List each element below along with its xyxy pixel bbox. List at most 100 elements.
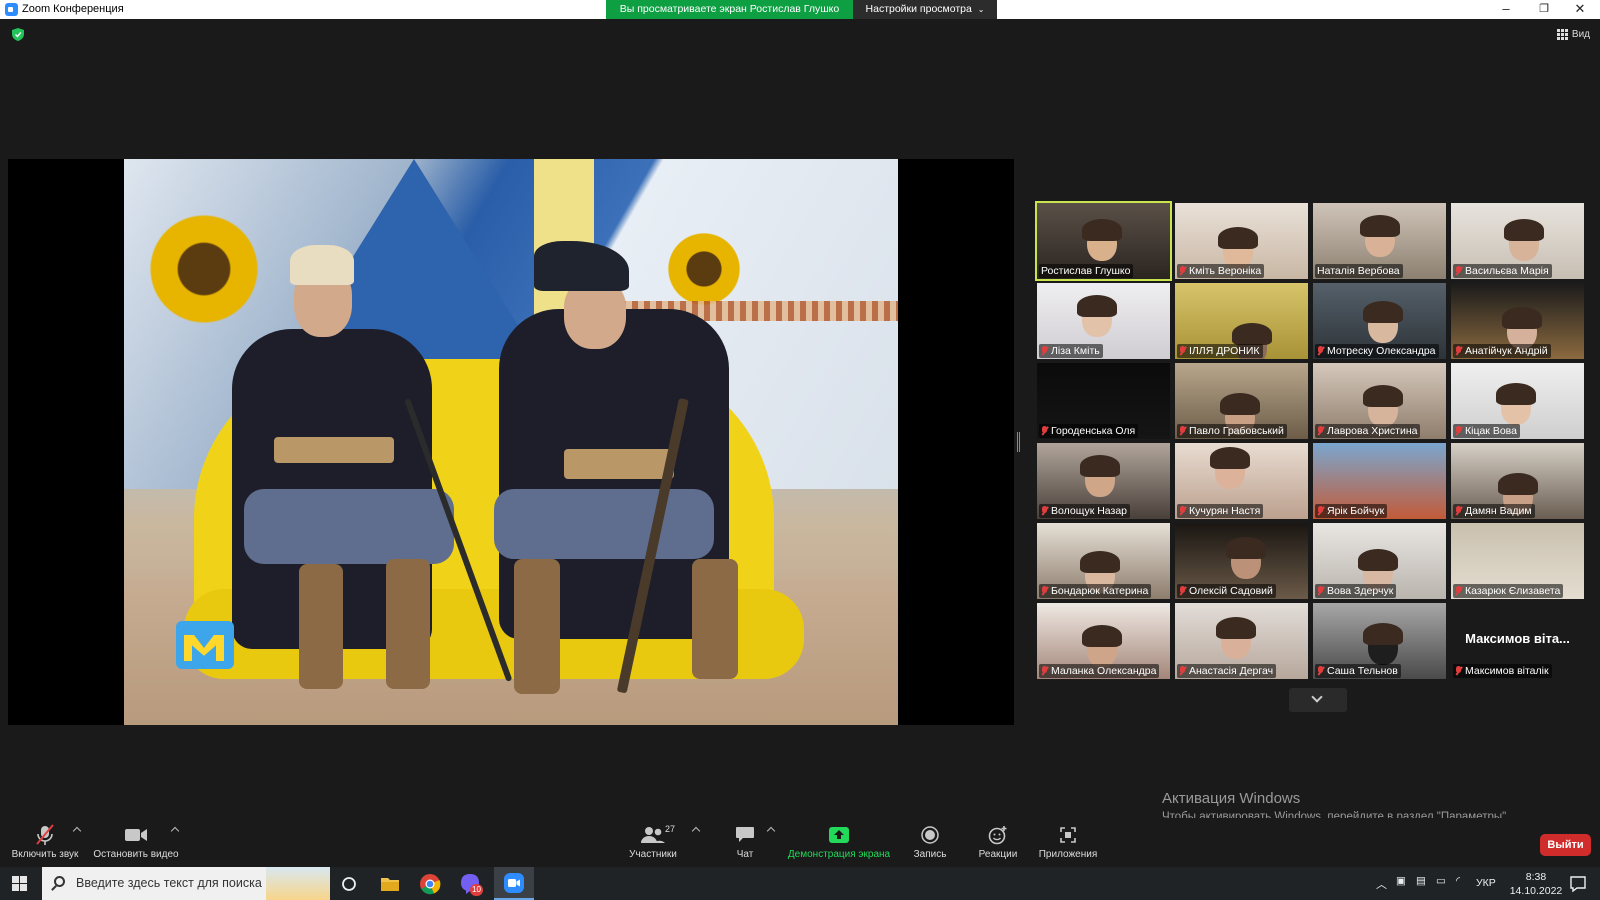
mic-muted-icon	[1455, 506, 1462, 516]
mic-muted-icon	[1179, 586, 1186, 596]
participant-name: ІЛЛЯ ДРОНИК	[1189, 345, 1260, 357]
chrome-icon[interactable]	[418, 872, 442, 896]
participant-tile[interactable]: Маланка Олександра	[1037, 603, 1170, 679]
activation-title: Активация Windows	[1162, 790, 1301, 807]
participant-tile[interactable]: Анатійчук Андрій	[1451, 283, 1584, 359]
participant-tile[interactable]: Ростислав Глушко	[1035, 201, 1172, 281]
participant-name-tag: Павло Грабовський	[1177, 424, 1287, 438]
chevron-down-icon	[1311, 691, 1323, 703]
gallery-scroll-down-button[interactable]	[1289, 688, 1347, 712]
tray-clock[interactable]: 8:38 14.10.2022	[1508, 870, 1564, 900]
participant-tile[interactable]: Ярік Бойчук	[1313, 443, 1446, 519]
taskbar-search-box[interactable]: Введите здесь текст для поиска	[42, 867, 330, 900]
video-camera-icon	[125, 829, 147, 841]
participant-tile[interactable]: Мотреску Олександра	[1313, 283, 1446, 359]
participant-tile[interactable]: Кміть Вероніка	[1175, 203, 1308, 279]
participant-tile[interactable]: Наталія Вербова	[1313, 203, 1446, 279]
mic-muted-icon	[1041, 666, 1048, 676]
participant-name-tag: Мотреску Олександра	[1315, 344, 1439, 358]
notification-center-icon[interactable]	[1566, 872, 1590, 896]
participant-tile[interactable]: Кіцак Вова	[1451, 363, 1584, 439]
zoom-taskbar-button[interactable]	[494, 867, 534, 900]
participant-name: Анатійчук Андрій	[1465, 345, 1548, 357]
leave-meeting-button[interactable]: Выйти	[1540, 834, 1591, 856]
participant-name: Ліза Кміть	[1051, 345, 1100, 357]
apps-button[interactable]: Приложения	[1036, 824, 1100, 860]
participant-tile[interactable]: Вова Здерчук	[1313, 523, 1446, 599]
resize-handle[interactable]	[1017, 432, 1020, 452]
stop-video-label: Остановить видео	[93, 849, 179, 860]
participant-name-tag: Кучурян Настя	[1177, 504, 1264, 518]
participant-tile[interactable]: Волощук Назар	[1037, 443, 1170, 519]
mic-muted-icon	[1455, 586, 1462, 596]
reactions-smiley-icon	[988, 826, 1007, 845]
participant-tile[interactable]: ІЛЛЯ ДРОНИК	[1175, 283, 1308, 359]
chat-options-caret[interactable]	[766, 826, 776, 836]
windows-taskbar: Введите здесь текст для поиска 10 ︿ ▣ ▤ …	[0, 867, 1600, 900]
close-button[interactable]: ✕	[1562, 0, 1598, 19]
participant-tile[interactable]: Ліза Кміть	[1037, 283, 1170, 359]
mic-muted-icon	[1317, 346, 1324, 356]
participant-name: Волощук Назар	[1051, 505, 1128, 517]
participant-name: Мотреску Олександра	[1327, 345, 1436, 357]
participant-tile[interactable]: Бондарюк Катерина	[1037, 523, 1170, 599]
participant-name-tag: Волощук Назар	[1039, 504, 1131, 518]
participant-name-tag: Маланка Олександра	[1039, 664, 1160, 678]
participant-name-tag: Наталія Вербова	[1315, 264, 1403, 278]
shared-video-frame	[124, 159, 898, 725]
windows-start-button[interactable]	[12, 876, 27, 891]
cortana-icon[interactable]	[337, 872, 361, 896]
participant-tile[interactable]: Олексій Садовий	[1175, 523, 1308, 599]
mic-muted-icon	[1179, 266, 1186, 276]
participants-options-caret[interactable]	[691, 826, 701, 836]
reactions-button[interactable]: Реакции	[974, 824, 1022, 860]
restore-button[interactable]: ❐	[1526, 0, 1562, 19]
participant-tile[interactable]: Саша Тельнов	[1313, 603, 1446, 679]
apps-icon	[1060, 827, 1076, 843]
file-explorer-icon[interactable]	[378, 872, 402, 896]
meeting-toolbar: Включить звук Остановить видео Участники…	[0, 818, 1600, 868]
participant-name: Васильєва Марія	[1465, 265, 1549, 277]
tray-battery-icon[interactable]: ▭	[1436, 875, 1446, 900]
participant-name-tag: Анастасія Дергач	[1177, 664, 1277, 678]
participant-name: Павло Грабовський	[1189, 425, 1284, 437]
participants-count: 27	[665, 824, 676, 834]
participant-tile[interactable]: Кучурян Настя	[1175, 443, 1308, 519]
viber-app[interactable]: 10	[458, 872, 483, 896]
participant-name-tag: Васильєва Марія	[1453, 264, 1552, 278]
chat-button[interactable]: Чат	[725, 824, 765, 860]
view-button[interactable]: Вид	[1556, 29, 1590, 40]
participant-name: Кучурян Настя	[1189, 505, 1261, 517]
participant-name-tag: Олексій Садовий	[1177, 584, 1276, 598]
share-screen-button[interactable]: Демонстрация экрана	[785, 824, 893, 860]
tray-wifi-icon[interactable]: ◜	[1456, 875, 1460, 900]
tray-device-icon[interactable]: ▣	[1396, 875, 1406, 900]
participant-gallery: Ростислав Глушко Кміть Вероніка Наталія Ве…	[1035, 201, 1591, 681]
participant-tile[interactable]: Дамян Вадим	[1451, 443, 1584, 519]
view-options-button[interactable]: Настройки просмотра ⌄	[853, 0, 997, 19]
minimize-button[interactable]: –	[1488, 0, 1524, 19]
participant-tile[interactable]: Васильєва Марія	[1451, 203, 1584, 279]
tray-chevron-up-icon[interactable]: ︿	[1376, 876, 1387, 900]
participant-tile[interactable]: Максимов віта... Максимов віталік	[1451, 603, 1584, 679]
stop-video-button[interactable]: Остановить видео	[92, 824, 180, 860]
security-shield-icon[interactable]	[12, 28, 24, 41]
participant-name: Саша Тельнов	[1327, 665, 1398, 677]
participant-tile[interactable]: Казарюк Єлизавета	[1451, 523, 1584, 599]
participant-name-tag: Дамян Вадим	[1453, 504, 1535, 518]
unmute-button[interactable]: Включить звук	[10, 824, 80, 860]
tray-network-icon[interactable]: ▤	[1416, 875, 1426, 900]
participant-name: Ярік Бойчук	[1327, 505, 1385, 517]
participant-tile[interactable]: Городенська Оля	[1037, 363, 1170, 439]
participant-tile[interactable]: Лаврова Христина	[1313, 363, 1446, 439]
participant-name: Лаврова Христина	[1327, 425, 1418, 437]
participant-name: Маланка Олександра	[1051, 665, 1157, 677]
tray-language-indicator[interactable]: УКР	[1476, 877, 1496, 900]
view-options-label: Настройки просмотра	[865, 3, 972, 15]
participant-tile[interactable]: Анастасія Дергач	[1175, 603, 1308, 679]
participant-name-tag: Ліза Кміть	[1039, 344, 1103, 358]
participant-tile[interactable]: Павло Грабовський	[1175, 363, 1308, 439]
participant-name-tag: Ростислав Глушко	[1039, 264, 1134, 278]
record-button[interactable]: Запись	[908, 824, 952, 860]
title-bar: Zoom Конференция Вы просматриваете экран…	[0, 0, 1600, 19]
